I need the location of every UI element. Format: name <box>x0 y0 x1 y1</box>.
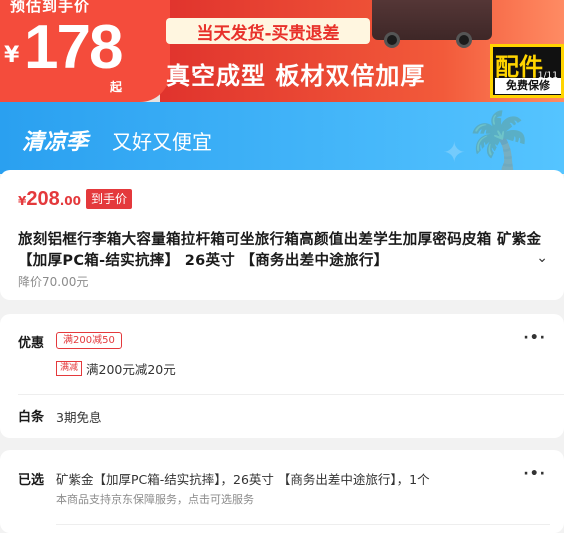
price-from-suffix: 起 <box>110 80 123 94</box>
offers-label: 优惠 <box>18 336 45 351</box>
selected-spec-card[interactable]: 已选 矿紫金【加厚PC箱-结实抗摔】，26英寸 【商务出差中途旅行】，1个 ·•… <box>0 450 564 533</box>
full-reduction-tag: 满减 <box>56 361 83 376</box>
divider <box>18 394 564 395</box>
estimated-price-badge: 预估到手价 ¥ 178 起 <box>0 0 170 102</box>
product-page: 预估到手价 ¥ 178 起 当天发货-买贵退差 真空成型 板材双倍加厚 配件 1… <box>0 0 564 533</box>
baitiao-installment-text[interactable]: 3期免息 <box>56 407 101 426</box>
parts-subtitle: 免费保修 <box>495 78 561 94</box>
season-promo-banner[interactable]: 清凉季 又好又便宜 ✦ 🌴 <box>0 102 564 174</box>
product-info-card: ¥ 208 .00 到手价 旅刻铝框行李箱大容量箱拉杆箱可坐旅行箱高颜值出差学生… <box>0 170 564 300</box>
selected-label: 已选 <box>18 473 45 488</box>
product-price: ¥ 208 .00 <box>18 188 81 211</box>
final-price-tag: 到手价 <box>86 189 133 209</box>
product-title[interactable]: 旅刻铝框行李箱大容量箱拉杆箱可坐旅行箱高颜值出差学生加厚密码皮箱 矿紫金【加厚P… <box>18 230 548 272</box>
estimated-price-value: 178 <box>24 13 123 82</box>
palm-tree-icon: 🌴 <box>464 109 534 174</box>
wheel-icon <box>456 32 472 48</box>
more-dots-icon[interactable]: ·•· <box>523 330 546 346</box>
offers-card: 优惠 满200减50 满减 满200元减20元 ·•· 白条 3期免息 <box>0 314 564 438</box>
season-brand: 清凉季 <box>22 130 89 155</box>
divider <box>56 524 550 525</box>
chevron-down-icon[interactable]: ⌄ <box>536 250 548 266</box>
currency-symbol: ¥ <box>4 43 20 68</box>
selected-spec-text[interactable]: 矿紫金【加厚PC箱-结实抗摔】，26英寸 【商务出差中途旅行】，1个 <box>56 469 430 488</box>
coupon-tag[interactable]: 满200减50 <box>56 332 122 349</box>
sparkle-icon: ✦ <box>442 136 466 169</box>
full-reduction-text: 满200元减20元 <box>86 362 176 377</box>
price-integer: 208 <box>26 188 60 210</box>
price-decimal: .00 <box>59 194 81 208</box>
more-dots-icon[interactable]: ·•· <box>523 466 546 482</box>
wheel-icon <box>384 32 400 48</box>
season-slogan: 又好又便宜 <box>112 130 212 154</box>
parts-warranty-badge: 配件 1/11 免费保修 <box>490 44 564 98</box>
hero-banner[interactable]: 预估到手价 ¥ 178 起 当天发货-买贵退差 真空成型 板材双倍加厚 配件 1… <box>0 0 564 102</box>
parts-title: 配件 <box>495 53 543 81</box>
price-drop-text: 降价70.00元 <box>18 275 89 289</box>
hero-headline: 真空成型 板材双倍加厚 <box>166 62 426 90</box>
shipping-promise-tag: 当天发货-买贵退差 <box>166 18 370 44</box>
service-hint-text[interactable]: 本商品支持京东保障服务，点击可选服务 <box>56 491 254 507</box>
baitiao-label: 白条 <box>18 410 45 425</box>
price-currency: ¥ <box>18 194 27 208</box>
